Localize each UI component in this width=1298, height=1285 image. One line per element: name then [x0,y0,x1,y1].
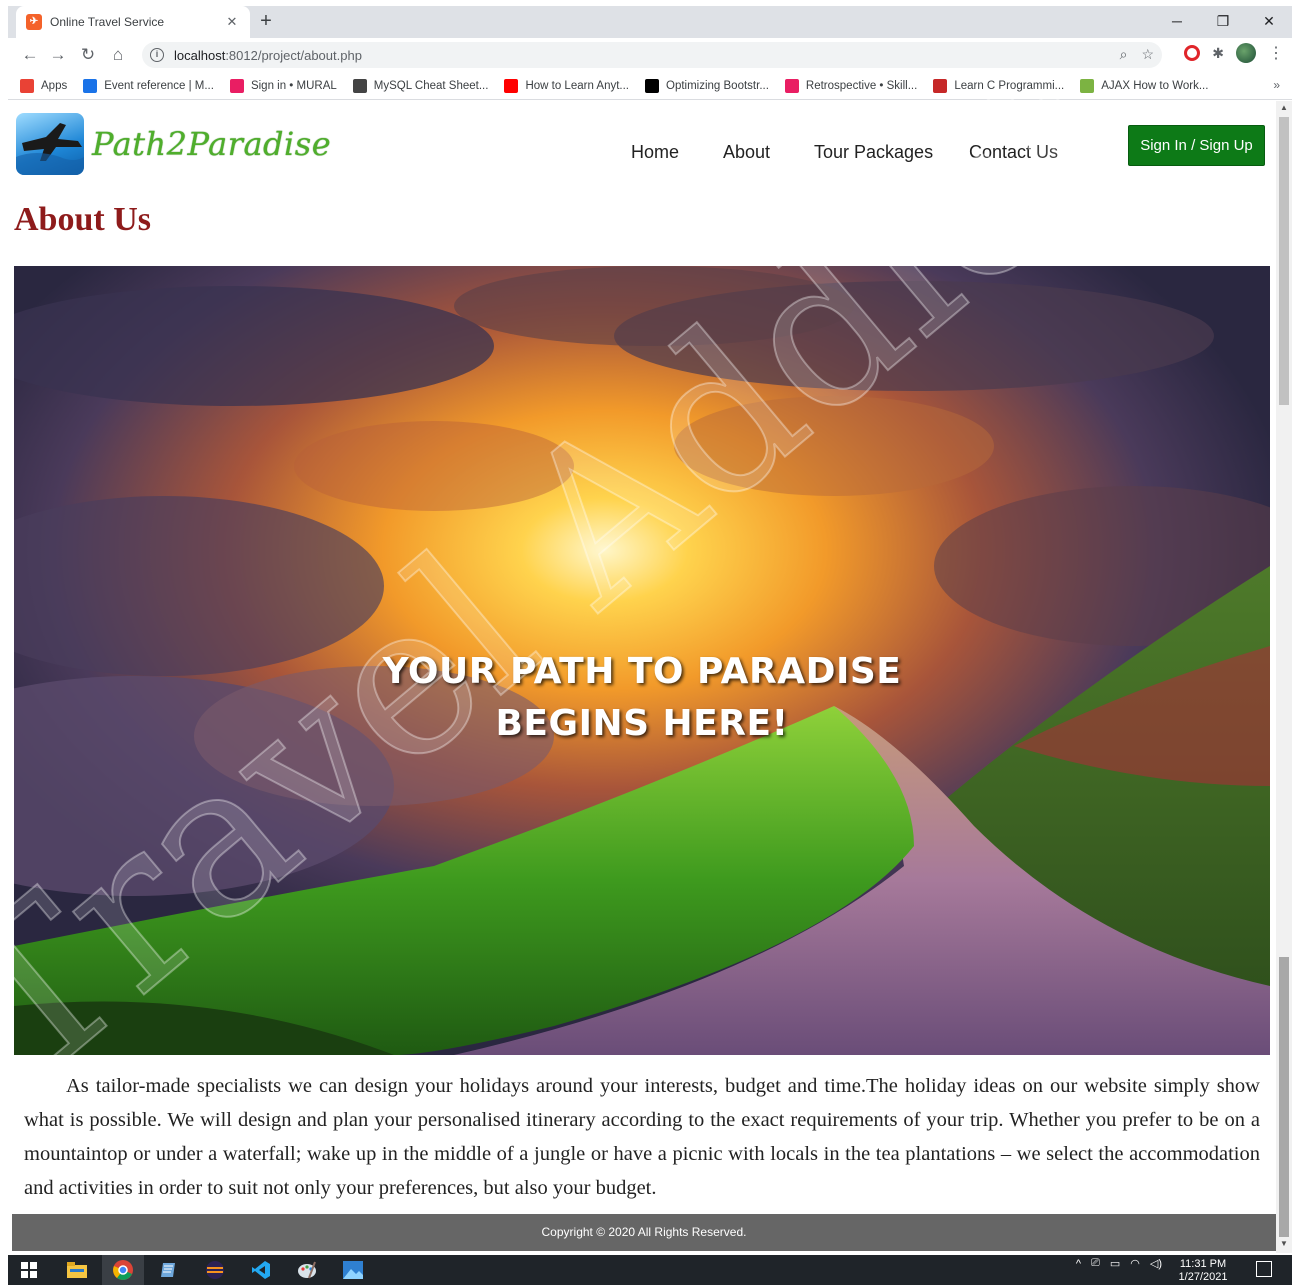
volume-icon[interactable]: ◁) [1150,1257,1162,1270]
bookmark-item[interactable]: AJAX How to Work... [1080,78,1209,93]
forward-icon[interactable]: → [46,43,70,67]
address-bar[interactable]: i localhost :8012/project/about.php ⌕ ☆ [142,42,1162,68]
bookmark-label: Apps [41,79,68,92]
copyright-text: Copyright © 2020 All Rights Reserved. [541,1225,747,1239]
profile-avatar[interactable] [1236,43,1256,63]
bookmark-favicon-icon [352,78,367,93]
bookmark-label: Optimizing Bootstr... [666,79,769,92]
nav-home[interactable]: Home [631,142,679,163]
chrome-icon[interactable] [102,1255,144,1285]
zoom-icon[interactable]: ⌕ [1120,46,1128,63]
bookmark-label: MySQL Cheat Sheet... [373,79,489,92]
bookmarks-overflow-icon[interactable]: » [1273,78,1280,92]
bookmark-favicon-icon [504,78,519,93]
page-viewport: Path2Paradise Home About Tour Packages C… [8,101,1276,1253]
bookmark-item[interactable]: Optimizing Bootstr... [645,78,769,93]
browser-toolbar: ← → ↻ ⌂ i localhost :8012/project/about.… [8,38,1292,72]
bookmarks-bar: Apps Event reference | M... Sign in • MURA… [8,72,1292,100]
site-favicon-icon: ✈ [26,14,42,30]
scroll-up-icon[interactable]: ▲ [1276,103,1292,112]
bookmark-favicon-icon [20,78,34,93]
system-tray: ^ ⎚ ▭ ◠ ◁) [1076,1257,1162,1270]
browser-tabstrip: ✈ Online Travel Service ✕ + ─ ❐ ✕ [8,6,1292,38]
site-header: Path2Paradise Home About Tour Packages C… [8,101,1276,201]
bookmark-favicon-icon [1080,78,1095,93]
notifications-icon[interactable] [1256,1261,1272,1277]
bookmark-item[interactable]: Learn C Programmi... [933,78,1065,93]
file-explorer-icon[interactable] [56,1255,98,1285]
clock-time: 11:31 PM [1179,1258,1227,1270]
bookmark-label: Event reference | M... [104,79,214,92]
bookmark-item[interactable]: Event reference | M... [83,78,214,93]
bookmark-label: Learn C Programmi... [954,79,1065,92]
nav-tour-packages[interactable]: Tour Packages [814,142,933,163]
close-window-icon[interactable]: ✕ [1246,6,1292,38]
home-icon[interactable]: ⌂ [106,43,130,67]
new-tab-icon[interactable]: + [254,10,278,34]
back-icon[interactable]: ← [18,43,42,67]
bookmark-favicon-icon [933,78,948,93]
url-path: :8012/project/about.php [225,47,362,63]
bookmark-item[interactable]: Sign in • MURAL [229,78,337,93]
photos-icon[interactable] [332,1255,374,1285]
bookmark-item[interactable]: MySQL Cheat Sheet... [352,78,489,93]
minimize-icon[interactable]: ─ [1154,6,1200,38]
extensions-icon[interactable]: ✱ [1212,45,1224,62]
battery-icon[interactable]: ▭ [1110,1257,1120,1270]
eclipse-icon[interactable] [194,1255,236,1285]
close-tab-icon[interactable]: ✕ [224,14,240,30]
paint-icon[interactable] [286,1255,328,1285]
notepad-icon[interactable] [148,1255,190,1285]
kebab-menu-icon[interactable]: ⋮ [1268,43,1284,63]
opera-extension-icon[interactable] [1184,45,1201,61]
scroll-thumb[interactable] [1279,117,1289,405]
info-icon[interactable]: i [150,48,164,62]
bookmark-favicon-icon [645,78,659,93]
hero-banner: YOUR PATH TO PARADISE BEGINS HERE! [14,266,1270,1055]
bookmark-favicon-icon [784,78,799,93]
tab-title: Online Travel Service [50,15,165,29]
window-controls: ─ ❐ ✕ [1154,6,1292,38]
bookmark-item[interactable]: How to Learn Anyt... [504,78,629,93]
url-host: localhost [174,47,226,63]
page-scrollbar[interactable]: ▲ ▼ [1276,101,1292,1253]
system-clock[interactable]: 11:31 PM 1/27/2021 [1170,1258,1236,1284]
meet-now-icon[interactable]: ⎚ [1091,1257,1100,1270]
bookmark-favicon-icon [229,78,244,93]
logo-text: Path2Paradise [92,125,332,163]
bookmark-item[interactable]: Retrospective • Skill... [784,78,918,93]
hero-caption: YOUR PATH TO PARADISE BEGINS HERE! [382,651,902,744]
scroll-thumb-secondary[interactable] [1279,957,1289,1237]
bookmark-label: How to Learn Anyt... [525,79,629,92]
wifi-icon[interactable]: ◠ [1130,1257,1140,1270]
reload-icon[interactable]: ↻ [76,43,100,67]
airplane-logo-icon [16,113,84,175]
browser-tab[interactable]: ✈ Online Travel Service ✕ [16,6,250,38]
nav-about[interactable]: About [723,142,770,163]
about-paragraph: As tailor-made specialists we can design… [24,1075,1260,1199]
scroll-down-icon[interactable]: ▼ [1276,1239,1292,1248]
clock-date: 1/27/2021 [1178,1271,1228,1283]
bookmark-star-icon[interactable]: ☆ [1141,46,1154,63]
bookmark-label: AJAX How to Work... [1101,79,1209,92]
restore-icon[interactable]: ❐ [1200,6,1246,38]
site-footer: Copyright © 2020 All Rights Reserved. [12,1214,1276,1251]
windows-start-icon[interactable] [8,1255,50,1285]
signin-signup-button[interactable]: Sign In / Sign Up [1128,125,1265,166]
bookmark-label: Sign in • MURAL [250,79,337,92]
site-logo[interactable]: Path2Paradise [16,113,331,175]
vscode-icon[interactable] [240,1255,282,1285]
bookmark-item[interactable]: Apps [20,78,68,93]
nav-contact-us[interactable]: Contact Us [969,142,1058,163]
page-title: About Us [14,201,151,238]
bookmark-label: Retrospective • Skill... [805,79,918,92]
windows-taskbar: ^ ⎚ ▭ ◠ ◁) 11:31 PM 1/27/2021 [8,1255,1292,1285]
chevron-up-icon[interactable]: ^ [1076,1258,1081,1270]
bookmark-favicon-icon [83,78,98,93]
